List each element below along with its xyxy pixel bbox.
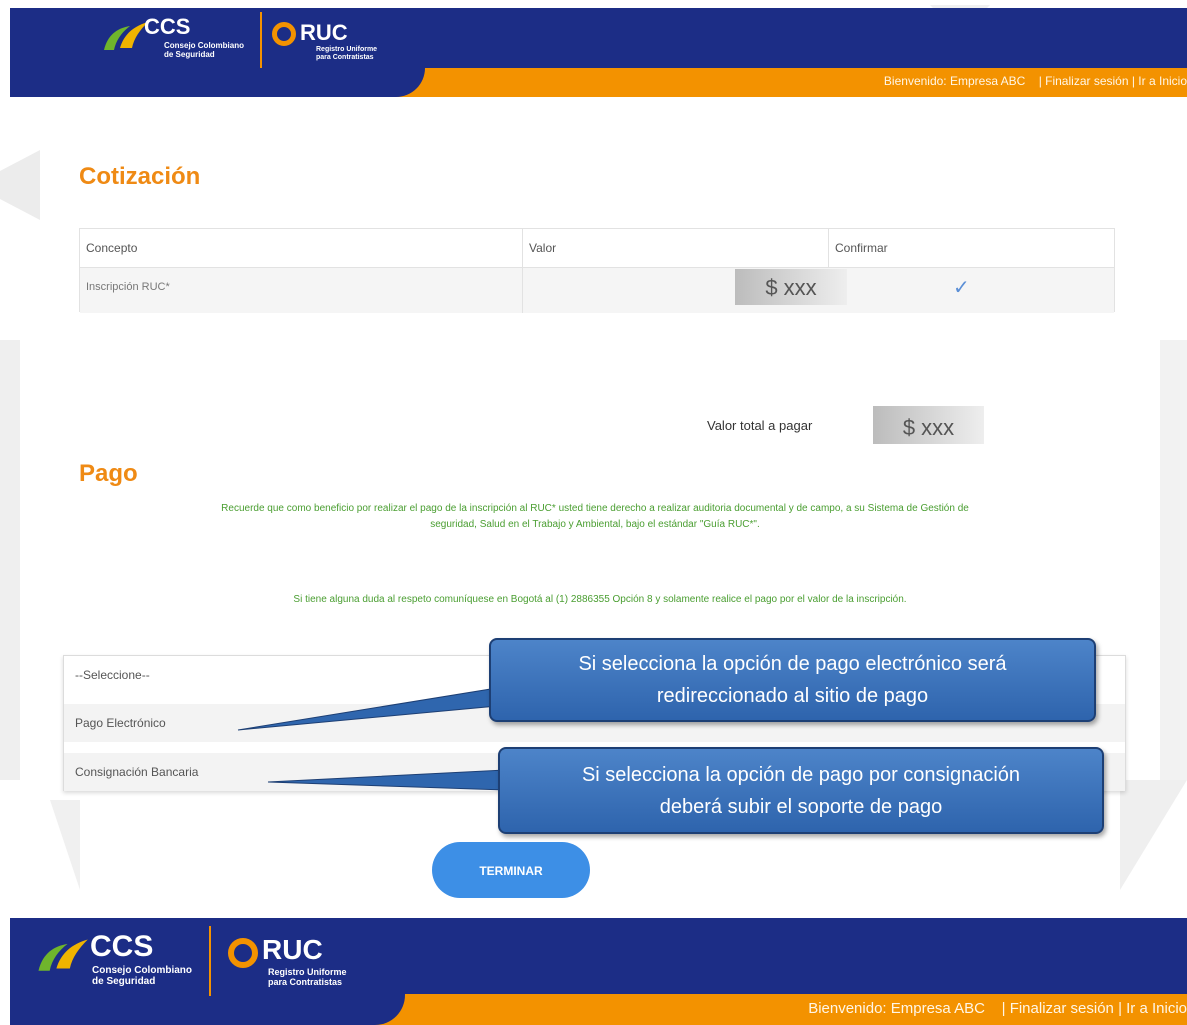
callout-electronic-payment: Si selecciona la opción de pago electrón…	[489, 638, 1096, 722]
ccs-name: CCS	[90, 930, 154, 963]
footer-user-links: Bienvenido: Empresa ABC | Finalizar sesi…	[808, 1000, 1187, 1017]
ccs-line1: Consejo Colombiano	[92, 965, 192, 976]
ruc-ring-icon	[228, 938, 258, 968]
ccs-leaf-icon	[38, 939, 88, 971]
ccs-line2: de Seguridad	[92, 976, 156, 987]
footer-bar: CCS Consejo Colombiano de Seguridad RUC …	[10, 918, 1187, 1025]
logo-divider	[209, 926, 211, 996]
finish-button[interactable]: TERMINAR	[432, 842, 590, 898]
ruc-line1: Registro Uniforme	[268, 967, 347, 977]
ccs-logo-footer[interactable]: CCS Consejo Colombiano de Seguridad	[34, 928, 214, 1008]
ruc-logo-footer[interactable]: RUC Registro Uniforme para Contratistas	[228, 934, 388, 994]
logout-link[interactable]: | Finalizar sesión	[1002, 1000, 1114, 1017]
home-link[interactable]: | Ir a Inicio	[1118, 1000, 1187, 1017]
welcome-text: Bienvenido: Empresa ABC	[808, 1000, 985, 1017]
callout-bank-deposit: Si selecciona la opción de pago por cons…	[498, 747, 1104, 834]
ruc-line2: para Contratistas	[268, 977, 343, 987]
ruc-name: RUC	[262, 934, 323, 965]
callout-pointers	[237, 687, 506, 791]
